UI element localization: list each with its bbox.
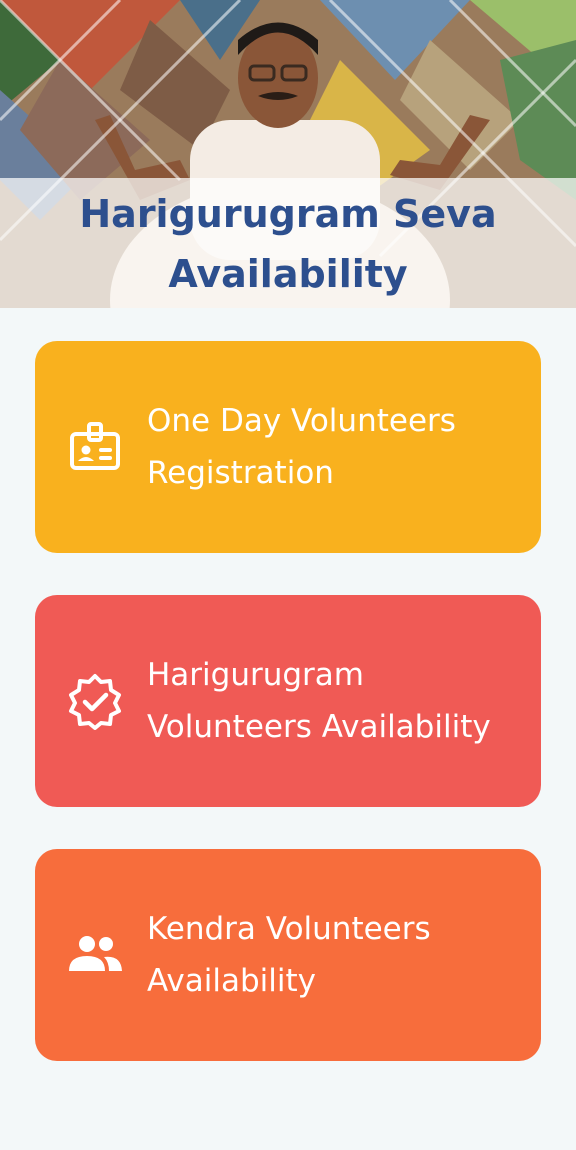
page-title: Harigurugram Seva Availability bbox=[0, 184, 576, 304]
card-label: Kendra Volunteers Availability bbox=[147, 903, 527, 1007]
group-icon bbox=[65, 925, 125, 985]
harigurugram-volunteers-availability-button[interactable]: Harigurugram Volunteers Availability bbox=[35, 595, 541, 807]
one-day-volunteers-registration-button[interactable]: One Day Volunteers Registration bbox=[35, 341, 541, 553]
card-label-line2: Volunteers Availability bbox=[147, 709, 491, 745]
header-banner: Harigurugram Seva Availability bbox=[0, 0, 576, 308]
verified-badge-icon bbox=[65, 671, 125, 731]
card-label-line1: Kendra Volunteers bbox=[147, 911, 431, 947]
card-label-line2: Registration bbox=[147, 455, 334, 491]
page-title-line1: Harigurugram Seva bbox=[79, 192, 497, 236]
card-label-line1: One Day Volunteers bbox=[147, 403, 456, 439]
card-label-line1: Harigurugram bbox=[147, 657, 364, 693]
page-title-line2: Availability bbox=[168, 252, 408, 296]
id-badge-icon bbox=[65, 417, 125, 477]
kendra-volunteers-availability-button[interactable]: Kendra Volunteers Availability bbox=[35, 849, 541, 1061]
card-label: Harigurugram Volunteers Availability bbox=[147, 649, 527, 753]
card-label-line2: Availability bbox=[147, 963, 316, 999]
card-label: One Day Volunteers Registration bbox=[147, 395, 527, 499]
